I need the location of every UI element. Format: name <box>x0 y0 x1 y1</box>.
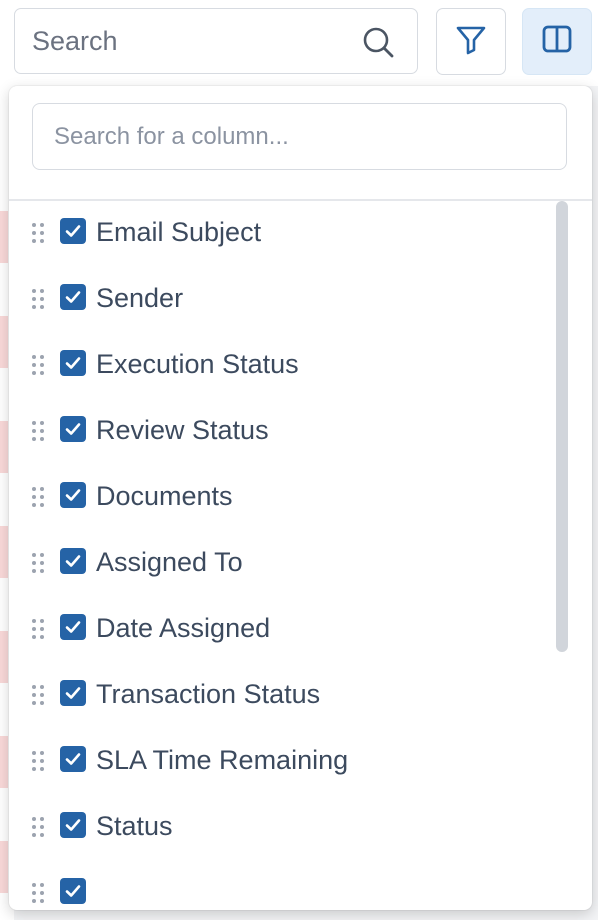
column-checkbox[interactable] <box>60 350 86 376</box>
column-label: Execution Status <box>96 349 299 379</box>
drag-handle-icon[interactable] <box>30 684 46 706</box>
column-checkbox[interactable] <box>60 746 86 772</box>
column-checkbox[interactable] <box>60 812 86 838</box>
column-checkbox[interactable] <box>60 614 86 640</box>
column-label: Date Assigned <box>96 613 271 643</box>
columns-button[interactable] <box>522 8 592 75</box>
column-label: Transaction Status <box>96 679 321 709</box>
filter-button[interactable] <box>436 8 506 75</box>
drag-handle-icon[interactable] <box>30 552 46 574</box>
columns-icon <box>540 22 574 61</box>
table-row-edge <box>0 841 8 893</box>
drag-handle-icon[interactable] <box>30 750 46 772</box>
table-row-edge <box>0 526 8 578</box>
drag-handle-icon[interactable] <box>30 354 46 376</box>
column-item-status[interactable]: Status <box>9 795 549 861</box>
toolbar <box>0 0 598 86</box>
drag-handle-icon[interactable] <box>30 882 46 904</box>
column-item-documents[interactable]: Documents <box>9 465 549 531</box>
search-icon[interactable] <box>361 25 395 59</box>
drag-handle-icon[interactable] <box>30 816 46 838</box>
column-checkbox[interactable] <box>60 284 86 310</box>
column-label: Status <box>96 811 173 841</box>
column-item-partial[interactable] <box>9 861 549 910</box>
column-search-input[interactable] <box>54 104 544 169</box>
column-item-execution-status[interactable]: Execution Status <box>9 333 549 399</box>
filter-icon <box>454 22 488 61</box>
column-checkbox[interactable] <box>60 416 86 442</box>
search-input[interactable] <box>32 9 352 73</box>
search-box[interactable] <box>14 8 418 74</box>
column-item-email-subject[interactable]: Email Subject <box>9 201 549 267</box>
drag-handle-icon[interactable] <box>30 288 46 310</box>
table-row-edge <box>0 736 8 788</box>
drag-handle-icon[interactable] <box>30 222 46 244</box>
column-checkbox[interactable] <box>60 482 86 508</box>
column-item-sla-time-remaining[interactable]: SLA Time Remaining <box>9 729 549 795</box>
table-row-edge <box>0 631 8 683</box>
table-row-edge <box>0 316 8 368</box>
table-row-edge <box>0 421 8 473</box>
column-item-sender[interactable]: Sender <box>9 267 549 333</box>
column-label: Assigned To <box>96 547 243 577</box>
column-search-box[interactable] <box>32 103 567 170</box>
column-item-review-status[interactable]: Review Status <box>9 399 549 465</box>
column-label: SLA Time Remaining <box>96 745 349 775</box>
column-label: Sender <box>96 283 184 313</box>
column-checkbox[interactable] <box>60 548 86 574</box>
column-checkbox[interactable] <box>60 680 86 706</box>
column-item-date-assigned[interactable]: Date Assigned <box>9 597 549 663</box>
column-label: Review Status <box>96 415 269 445</box>
drag-handle-icon[interactable] <box>30 618 46 640</box>
column-checkbox[interactable] <box>60 218 86 244</box>
drag-handle-icon[interactable] <box>30 420 46 442</box>
column-picker-panel: Email Subject Sender Execution Status <box>9 86 592 910</box>
column-label: Documents <box>96 481 233 511</box>
column-label: Email Subject <box>96 217 262 247</box>
table-row-edge <box>0 211 8 263</box>
column-item-assigned-to[interactable]: Assigned To <box>9 531 549 597</box>
column-list: Email Subject Sender Execution Status Re… <box>9 201 592 910</box>
column-item-transaction-status[interactable]: Transaction Status <box>9 663 549 729</box>
scrollbar-thumb[interactable] <box>556 201 568 652</box>
drag-handle-icon[interactable] <box>30 486 46 508</box>
column-checkbox[interactable] <box>60 878 86 904</box>
